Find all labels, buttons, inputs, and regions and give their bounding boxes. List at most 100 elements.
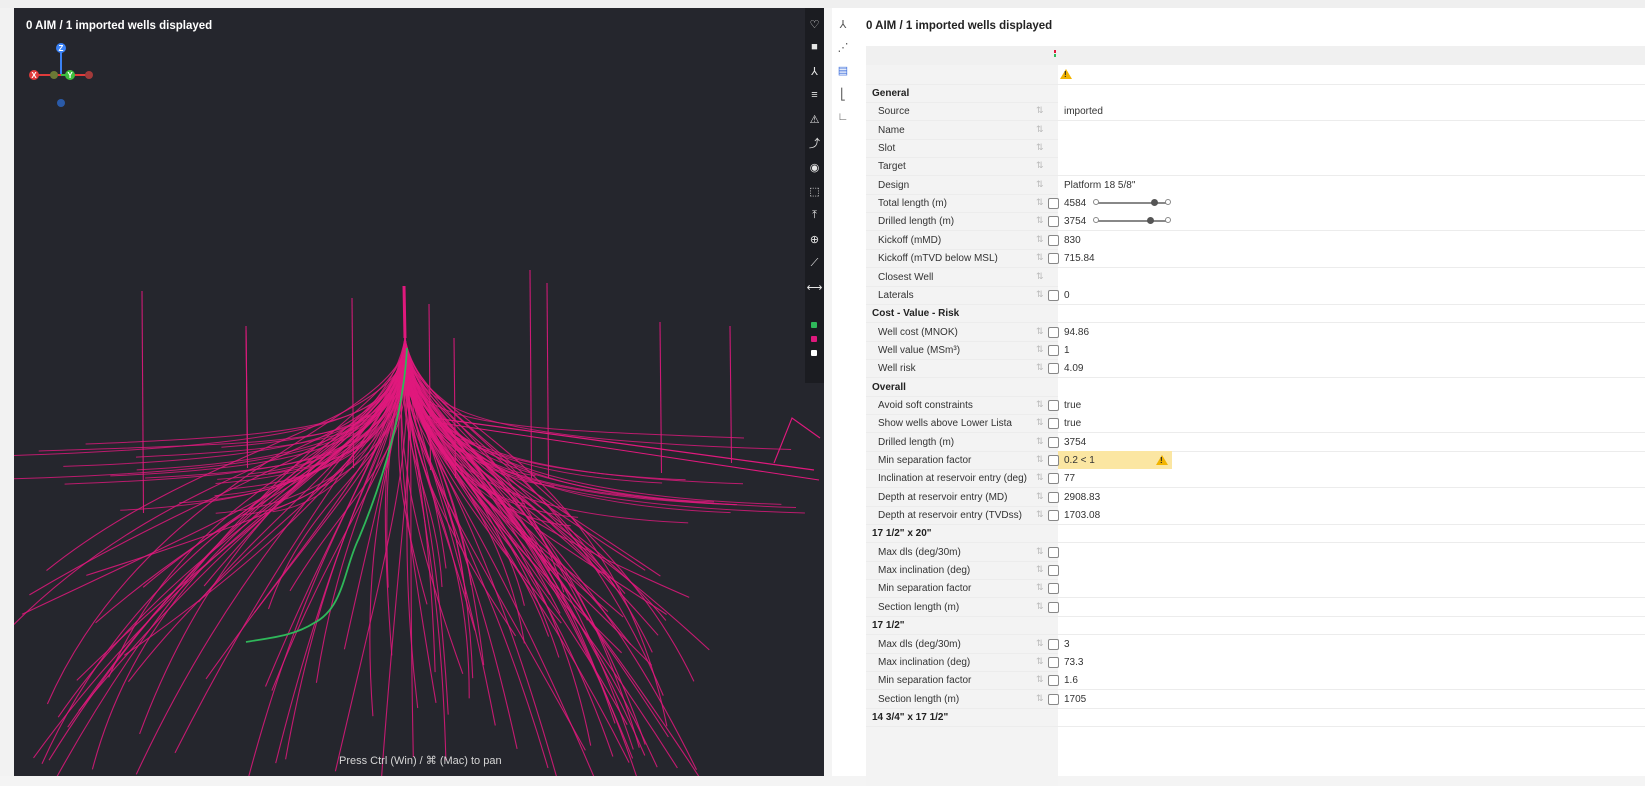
trajectory-icon[interactable]: ⤴: [807, 135, 822, 151]
row-checkbox[interactable]: [1048, 216, 1059, 228]
property-row[interactable]: Total length (m) ⇅ 4584: [866, 194, 1645, 214]
property-row[interactable]: Target ⇅: [866, 157, 1645, 177]
row-checkbox[interactable]: [1048, 565, 1059, 577]
property-row[interactable]: Max inclination (deg) ⇅: [866, 561, 1645, 581]
row-checkbox[interactable]: [1048, 638, 1059, 650]
sort-icon[interactable]: ⇅: [1036, 491, 1044, 502]
sort-icon[interactable]: ⇅: [1036, 601, 1044, 612]
upload-icon[interactable]: ⤒: [807, 207, 822, 223]
well-trajectory[interactable]: [14, 337, 407, 456]
warning-icon[interactable]: ⚠: [807, 111, 822, 127]
well-trajectory[interactable]: [29, 337, 406, 596]
sort-icon[interactable]: ⇅: [1036, 124, 1044, 135]
sort-icon[interactable]: ⇅: [1036, 179, 1044, 190]
row-checkbox[interactable]: [1048, 675, 1059, 687]
axis-icon[interactable]: ∟: [835, 109, 851, 125]
property-row[interactable]: Depth at reservoir entry (MD) ⇅ 2908.83: [866, 487, 1645, 507]
tree-icon[interactable]: ⅄: [835, 16, 851, 32]
palette-icon[interactable]: ◉: [807, 159, 822, 175]
property-row[interactable]: Kickoff (mTVD below MSL) ⇅ 715.84: [866, 249, 1645, 269]
table-icon[interactable]: ▤: [835, 62, 851, 78]
sort-icon[interactable]: ⇅: [1036, 546, 1044, 557]
property-row[interactable]: Min separation factor ⇅: [866, 579, 1645, 599]
vertical-well-trajectory[interactable]: [659, 321, 663, 474]
sort-icon[interactable]: ⇅: [1036, 564, 1044, 575]
layers-icon[interactable]: ≡: [807, 87, 822, 103]
sort-icon[interactable]: ⇅: [1036, 656, 1044, 667]
property-row[interactable]: Well risk ⇅ 4.09: [866, 359, 1645, 379]
sort-icon[interactable]: ⇅: [1036, 472, 1044, 483]
sort-icon[interactable]: ⇅: [1036, 454, 1044, 465]
well-trajectory[interactable]: [403, 337, 592, 746]
sort-icon[interactable]: ⇅: [1036, 638, 1044, 649]
well-trajectory[interactable]: [41, 337, 406, 765]
sort-icon[interactable]: ⇅: [1036, 271, 1044, 282]
vertical-well-trajectory[interactable]: [141, 290, 145, 514]
sort-icon[interactable]: ⇅: [1036, 215, 1044, 226]
well-trajectory[interactable]: [33, 337, 406, 759]
row-checkbox[interactable]: [1048, 436, 1059, 448]
vertical-well-trajectory[interactable]: [529, 269, 533, 479]
property-row[interactable]: Max dls (deg/30m) ⇅: [866, 542, 1645, 562]
well-trajectory[interactable]: [402, 285, 407, 339]
property-row[interactable]: Avoid soft constraints ⇅ true: [866, 395, 1645, 415]
sort-icon[interactable]: ⇅: [1036, 399, 1044, 410]
sort-icon[interactable]: ⇅: [1036, 252, 1044, 263]
sort-icon[interactable]: ⇅: [1036, 344, 1044, 355]
property-row[interactable]: Show wells above Lower Lista ⇅ true: [866, 414, 1645, 434]
sort-icon[interactable]: ⇅: [1036, 197, 1044, 208]
property-row[interactable]: Well cost (MNOK) ⇅ 94.86: [866, 322, 1645, 342]
sort-icon[interactable]: ⇅: [1036, 436, 1044, 447]
sort-icon[interactable]: ⇅: [1036, 234, 1044, 245]
row-checkbox[interactable]: [1048, 583, 1059, 595]
sort-indicator-icon[interactable]: [1054, 50, 1056, 53]
row-checkbox[interactable]: [1048, 326, 1059, 338]
measure-icon[interactable]: ⟷: [807, 279, 823, 295]
well-trajectory[interactable]: [773, 417, 821, 464]
camera-icon[interactable]: ■: [807, 39, 822, 55]
select-icon[interactable]: ⬚: [807, 183, 822, 199]
property-row[interactable]: Kickoff (mMD) ⇅ 830: [866, 230, 1645, 250]
row-checkbox[interactable]: [1048, 491, 1059, 503]
row-checkbox[interactable]: [1048, 455, 1059, 466]
sort-icon[interactable]: ⇅: [1036, 509, 1044, 520]
row-checkbox[interactable]: [1048, 363, 1059, 375]
legend-swatch-imported[interactable]: [811, 336, 817, 342]
property-row[interactable]: Laterals ⇅ 0: [866, 285, 1645, 305]
slider-value-marker[interactable]: [1150, 199, 1158, 207]
property-row[interactable]: Well value (MSm³) ⇅ 1: [866, 340, 1645, 360]
property-row[interactable]: Min separation factor ⇅ 0.2 < 1: [866, 451, 1645, 470]
sort-icon[interactable]: ⇅: [1036, 142, 1044, 153]
property-row[interactable]: Max dls (deg/30m) ⇅ 3: [866, 634, 1645, 654]
row-checkbox[interactable]: [1048, 399, 1059, 411]
origin-icon[interactable]: [50, 71, 58, 79]
x-axis-icon[interactable]: X: [29, 70, 39, 80]
property-row[interactable]: Drilled length (m) ⇅ 3754: [866, 432, 1645, 452]
neg-x-icon[interactable]: [85, 71, 93, 79]
well-trajectory[interactable]: [142, 337, 406, 588]
sort-icon[interactable]: ⇅: [1036, 160, 1044, 171]
row-checkbox[interactable]: [1048, 198, 1059, 210]
vertical-well-trajectory[interactable]: [245, 325, 249, 454]
property-row[interactable]: Max inclination (deg) ⇅ 73.3: [866, 652, 1645, 672]
neg-z-icon[interactable]: [57, 99, 65, 107]
range-slider[interactable]: [1093, 217, 1171, 225]
sort-icon[interactable]: ⇅: [1036, 326, 1044, 337]
row-checkbox[interactable]: [1048, 418, 1059, 430]
property-row[interactable]: Drilled length (m) ⇅ 3754: [866, 212, 1645, 232]
property-row[interactable]: Closest Well ⇅: [866, 267, 1645, 287]
row-checkbox[interactable]: [1048, 601, 1059, 613]
sort-icon[interactable]: ⇅: [1036, 105, 1044, 116]
sort-icon[interactable]: ⇅: [1036, 362, 1044, 373]
well-trajectory[interactable]: [272, 337, 406, 513]
z-axis-icon[interactable]: Z: [56, 43, 66, 53]
well-trajectory[interactable]: [174, 337, 406, 754]
well-trajectory[interactable]: [78, 337, 406, 712]
sort-icon[interactable]: ⇅: [1036, 582, 1044, 593]
well-3d-viewport[interactable]: Z X Y 0 AIM / 1 imported wells displayed P…: [14, 8, 824, 776]
sort-icon[interactable]: ⇅: [1036, 289, 1044, 300]
well-trajectory[interactable]: [404, 337, 668, 727]
well-trajectory[interactable]: [91, 337, 406, 770]
row-checkbox[interactable]: [1048, 510, 1059, 522]
property-row[interactable]: Min separation factor ⇅ 1.6: [866, 671, 1645, 691]
